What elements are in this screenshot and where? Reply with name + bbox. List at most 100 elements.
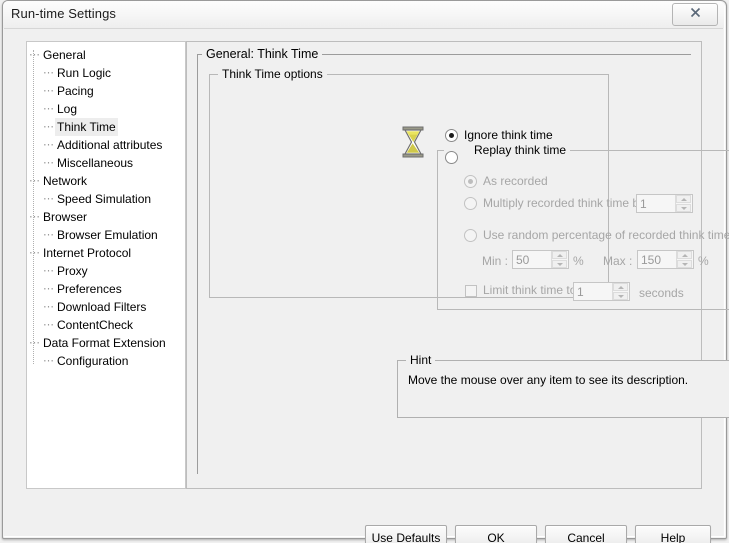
tree-connector-icon: ⋯ xyxy=(43,157,54,169)
sidebar-item-contentcheck[interactable]: ⋯ ContentCheck xyxy=(27,316,185,334)
limit-think-time-label[interactable]: Limit think time to: xyxy=(483,283,580,297)
max-percentage-value: 150 xyxy=(641,253,662,267)
max-label: Max : xyxy=(603,254,633,268)
limit-spinner-up-icon[interactable] xyxy=(613,283,628,291)
tree-connector-icon: ⋯ xyxy=(43,355,54,367)
replay-think-time-radio[interactable] xyxy=(445,151,458,164)
sidebar-item-label: Internet Protocol xyxy=(43,246,132,260)
limit-spinner-buttons xyxy=(612,283,628,300)
runtime-settings-window: Run-time Settings ⋯ General ⋯ Run Logic ⋯ Pac… xyxy=(0,0,729,543)
replay-think-time-legend: Replay think time xyxy=(444,143,571,157)
limit-value-spinner[interactable]: 1 xyxy=(573,282,630,301)
sidebar-item-configuration[interactable]: ⋯ Configuration xyxy=(27,352,185,370)
sidebar-item-download-filters[interactable]: ⋯ Download Filters xyxy=(27,298,185,316)
sidebar-item-label: Log xyxy=(57,102,78,116)
sidebar-item-browser[interactable]: ⋯ Browser xyxy=(27,208,185,226)
tree-connector-icon: ⋯ xyxy=(43,121,54,133)
min-spinner-buttons xyxy=(551,251,567,268)
sidebar-item-label: Speed Simulation xyxy=(57,192,152,206)
sidebar-item-label: Pacing xyxy=(57,84,94,98)
max-percent-unit: % xyxy=(698,254,709,268)
settings-content-panel: General: Think Time Think Time options I… xyxy=(186,41,729,489)
multiply-spinner-down-icon[interactable] xyxy=(676,204,691,212)
min-percentage-value: 50 xyxy=(516,253,530,267)
min-percent-unit: % xyxy=(573,254,584,268)
hint-text: Move the mouse over any item to see its … xyxy=(408,373,689,387)
limit-think-time-checkbox[interactable] xyxy=(465,285,477,297)
sidebar-item-run-logic[interactable]: ⋯ Run Logic xyxy=(27,64,185,82)
limit-seconds-unit: seconds xyxy=(639,286,684,300)
sidebar-item-label: Data Format Extension xyxy=(43,336,166,350)
tree-connector-icon: ⋯ xyxy=(43,193,54,205)
sidebar-item-label: Configuration xyxy=(57,354,129,368)
random-percentage-radio[interactable] xyxy=(464,229,477,242)
tree-connector-icon: ⋯ xyxy=(43,283,54,295)
sidebar-item-log[interactable]: ⋯ Log xyxy=(27,100,185,118)
min-label: Min : xyxy=(482,254,509,268)
sidebar-item-label: Download Filters xyxy=(57,300,147,314)
as-recorded-label[interactable]: As recorded xyxy=(483,174,548,188)
hint-group: Hint Move the mouse over any item to see… xyxy=(397,353,729,418)
tree-connector-icon: ⋯ xyxy=(43,265,54,277)
sidebar-item-label: General xyxy=(43,48,86,62)
min-spinner-down-icon[interactable] xyxy=(552,260,567,268)
sidebar-item-proxy[interactable]: ⋯ Proxy xyxy=(27,262,185,280)
close-button[interactable] xyxy=(672,3,718,26)
sidebar-item-data-format-extension[interactable]: ⋯ Data Format Extension xyxy=(27,334,185,352)
multiply-spinner-up-icon[interactable] xyxy=(676,195,691,203)
limit-spinner-down-icon[interactable] xyxy=(613,292,628,300)
sidebar-item-miscellaneous[interactable]: ⋯ Miscellaneous xyxy=(27,154,185,172)
ignore-think-time-radio[interactable] xyxy=(445,129,458,142)
hourglass-icon xyxy=(399,126,427,158)
sidebar-item-internet-protocol[interactable]: ⋯ Internet Protocol xyxy=(27,244,185,262)
replay-think-time-label[interactable]: Replay think time xyxy=(474,143,566,157)
sidebar-item-label: Think Time xyxy=(55,118,118,136)
sidebar-item-label: Miscellaneous xyxy=(57,156,134,170)
sidebar-item-label: Preferences xyxy=(57,282,122,296)
tree-connector-icon: ⋯ xyxy=(43,301,54,313)
max-percentage-spinner[interactable]: 150 xyxy=(637,250,694,269)
use-defaults-button[interactable]: Use Defaults xyxy=(365,525,447,543)
close-icon xyxy=(673,7,717,21)
ignore-think-time-label[interactable]: Ignore think time xyxy=(464,128,553,142)
settings-tree-panel[interactable]: ⋯ General ⋯ Run Logic ⋯ Pacing ⋯ Log ⋯ Think Time… xyxy=(26,41,186,489)
as-recorded-radio[interactable] xyxy=(464,175,477,188)
content-heading-label: General: Think Time xyxy=(202,47,323,61)
sidebar-item-browser-emulation[interactable]: ⋯ Browser Emulation xyxy=(27,226,185,244)
ok-button[interactable]: OK xyxy=(455,525,537,543)
sidebar-item-label: Browser xyxy=(43,210,88,224)
tree-connector-icon: ⋯ xyxy=(43,229,54,241)
cancel-button[interactable]: Cancel xyxy=(545,525,627,543)
sidebar-item-speed-simulation[interactable]: ⋯ Speed Simulation xyxy=(27,190,185,208)
max-spinner-down-icon[interactable] xyxy=(677,260,692,268)
sidebar-item-label: Run Logic xyxy=(57,66,112,80)
multiply-value-spinner[interactable]: 1 xyxy=(636,194,693,213)
sidebar-item-network[interactable]: ⋯ Network xyxy=(27,172,185,190)
multiply-think-time-label[interactable]: Multiply recorded think time by: xyxy=(483,196,648,210)
hint-legend: Hint xyxy=(406,353,436,367)
sidebar-item-preferences[interactable]: ⋯ Preferences xyxy=(27,280,185,298)
sidebar-item-pacing[interactable]: ⋯ Pacing xyxy=(27,82,185,100)
tree-connector-icon: ⋯ xyxy=(43,103,54,115)
multiply-value-text: 1 xyxy=(640,197,647,211)
random-percentage-label[interactable]: Use random percentage of recorded think … xyxy=(483,228,729,242)
sidebar-item-label: ContentCheck xyxy=(57,318,134,332)
min-percentage-spinner[interactable]: 50 xyxy=(512,250,569,269)
multiply-spinner-buttons xyxy=(675,195,691,212)
tree-connector-icon: ⋯ xyxy=(43,85,54,97)
sidebar-item-label: Network xyxy=(43,174,88,188)
multiply-think-time-radio[interactable] xyxy=(464,197,477,210)
sidebar-item-think-time[interactable]: ⋯ Think Time xyxy=(27,118,185,136)
think-time-options-legend: Think Time options xyxy=(218,67,327,81)
help-button[interactable]: Help xyxy=(635,525,711,543)
window-title: Run-time Settings xyxy=(11,6,117,21)
tree-guide-line xyxy=(33,50,35,364)
sidebar-item-additional-attributes[interactable]: ⋯ Additional attributes xyxy=(27,136,185,154)
max-spinner-buttons xyxy=(676,251,692,268)
settings-tree: ⋯ General ⋯ Run Logic ⋯ Pacing ⋯ Log ⋯ Think Time… xyxy=(27,46,185,370)
max-spinner-up-icon[interactable] xyxy=(677,251,692,259)
tree-connector-icon: ⋯ xyxy=(43,67,54,79)
sidebar-item-general[interactable]: ⋯ General xyxy=(27,46,185,64)
min-spinner-up-icon[interactable] xyxy=(552,251,567,259)
sidebar-item-label: Browser Emulation xyxy=(57,228,158,242)
